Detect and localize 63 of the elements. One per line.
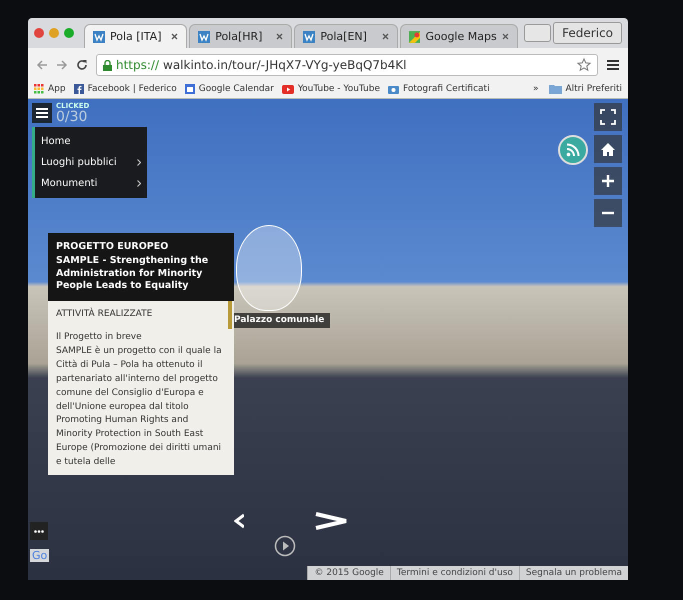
menu-item[interactable]: Luoghi pubblici xyxy=(35,152,147,173)
site-icon xyxy=(303,30,316,42)
menu-item[interactable]: Home xyxy=(35,131,147,152)
close-tab-icon[interactable] xyxy=(276,33,284,40)
info-paragraph: SAMPLE è un progetto con il quale la Città di Pula – Pola ha ottenuto il partenariato all'interno del progetto comune del Consiglio d'Europa e dell'Unione europea dal titolo Promoting Human Rights and Minority Protection in South East Europe (Promozione dei diritti umani e tutela delle xyxy=(56,344,222,470)
menu-button[interactable] xyxy=(32,103,52,123)
info-title: SAMPLE - Strengthening the Administration for Minority People Leads to Equality xyxy=(56,254,210,294)
footer-link[interactable]: Termini e condizioni d'uso xyxy=(390,566,519,580)
camera-icon xyxy=(388,84,400,94)
scrollbar-thumb[interactable] xyxy=(228,301,232,330)
forward-icon[interactable] xyxy=(56,59,68,71)
zoom-in-button[interactable] xyxy=(594,167,622,195)
play-logo-icon xyxy=(282,84,294,94)
browser-tab[interactable]: Pola[HR] xyxy=(189,24,292,48)
url-scheme: https:// xyxy=(116,58,160,72)
profile-button[interactable]: Federico xyxy=(553,22,622,44)
map-pin-icon xyxy=(408,30,420,42)
fullscreen-icon xyxy=(600,109,616,125)
section-heading: ATTIVITÀ REALIZZATE xyxy=(56,309,154,320)
plus-icon xyxy=(601,174,615,188)
url-text: walkinto.in/tour/-JHqX7-VYg-yeBqQ7b4Kl xyxy=(163,58,406,72)
fullscreen-button[interactable] xyxy=(594,103,622,131)
back-icon[interactable] xyxy=(36,59,48,71)
zoom-out-button[interactable] xyxy=(594,199,622,227)
hamburger-icon xyxy=(36,108,48,118)
rss-icon xyxy=(566,143,580,157)
bookmark-star-icon[interactable] xyxy=(577,58,591,72)
info-subtitle: Il Progetto in breve xyxy=(56,331,143,344)
apps-grid-icon xyxy=(34,84,44,94)
bookmark-link[interactable]: App xyxy=(34,84,66,94)
footer-link[interactable]: © 2015 Google xyxy=(307,566,390,580)
more-bookmarks-button[interactable]: » xyxy=(532,84,538,94)
menu-item[interactable]: Monumenti xyxy=(35,173,147,194)
folder-icon xyxy=(548,84,562,94)
browser-tab[interactable]: Pola [ITA] xyxy=(84,24,188,48)
site-icon xyxy=(93,30,105,42)
bookmark-link[interactable]: YouTube - YouTube xyxy=(282,84,380,94)
map-logo: Go xyxy=(30,549,50,562)
calendar-icon xyxy=(184,84,195,94)
more-button[interactable] xyxy=(30,522,48,540)
close-tab-icon[interactable] xyxy=(382,33,389,40)
bookmark-link[interactable]: Fotografi Certificati xyxy=(388,84,490,94)
menu-icon[interactable] xyxy=(606,59,620,71)
close-window-icon[interactable] xyxy=(34,28,44,38)
footer-link[interactable]: Segnala un problema xyxy=(518,566,628,580)
minus-icon xyxy=(601,211,615,215)
lock-icon xyxy=(103,60,112,70)
browser-tab[interactable]: Pola[EN] xyxy=(294,24,398,48)
home-icon xyxy=(600,142,616,156)
address-bar[interactable]: https:// walkinto.in/tour/-JHqX7-VYg-yeBqQ7b4Kl xyxy=(96,54,598,76)
dots-icon xyxy=(34,530,44,532)
reload-icon[interactable] xyxy=(76,59,88,71)
close-tab-icon[interactable] xyxy=(502,33,509,40)
info-title: PROGETTO EUROPEO xyxy=(56,241,170,254)
bookmark-link[interactable]: Facebook | Federico xyxy=(74,84,177,94)
counter-value: 0/30 xyxy=(56,110,88,124)
close-tab-icon[interactable] xyxy=(171,33,178,40)
bookmark-link[interactable]: Google Calendar xyxy=(184,84,274,94)
browser-tab[interactable]: Google Maps xyxy=(400,24,518,48)
facebook-icon xyxy=(74,84,84,94)
home-button[interactable] xyxy=(594,135,622,163)
bookmark-folder[interactable]: Altri Preferiti xyxy=(548,84,622,94)
site-icon xyxy=(198,30,210,42)
